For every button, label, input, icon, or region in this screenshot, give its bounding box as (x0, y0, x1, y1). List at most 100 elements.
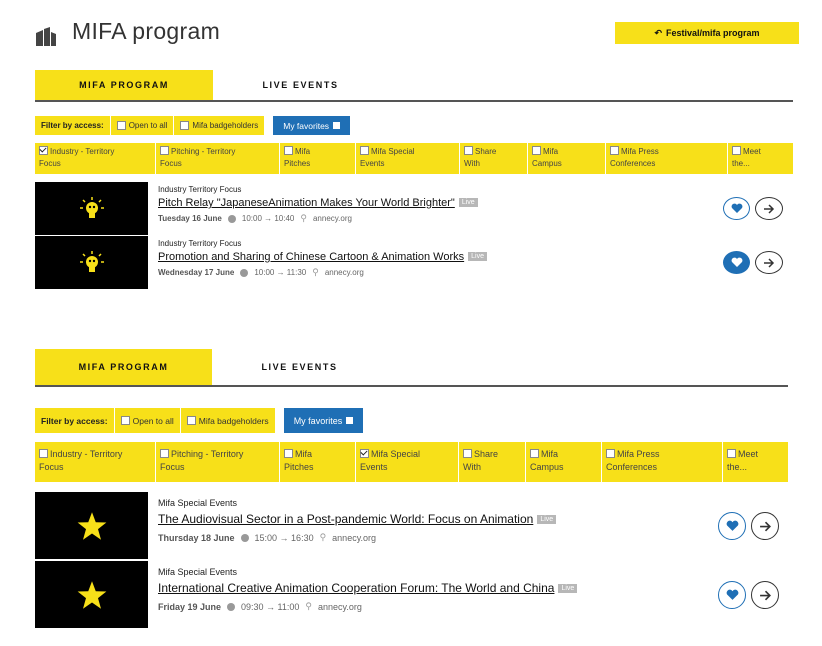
live-badge: Live (558, 584, 578, 593)
filter-open-to-all[interactable]: Open to all (110, 116, 175, 135)
event-time: 10:00 → 10:40 (241, 214, 295, 223)
event-meta: Thursday 18 June 15:00 → 16:30 ⚲ annecy.… (158, 532, 376, 543)
filter-label: Filter by access: (35, 408, 115, 433)
filter-badgeholders[interactable]: Mifa badgeholders (180, 408, 276, 433)
star-icon (77, 580, 106, 609)
access-filter: Filter by access: Open to all Mifa badge… (35, 408, 364, 433)
category-meet[interactable]: Meet the... (723, 442, 788, 482)
event-meta: Friday 19 June 09:30 → 11:00 ⚲ annecy.or… (158, 601, 362, 612)
live-badge: Live (458, 198, 478, 207)
checkbox-icon (463, 449, 472, 458)
category-industry[interactable]: Industry - Territory Focus (35, 442, 156, 482)
event-thumbnail[interactable] (35, 492, 148, 559)
favorite-button[interactable] (718, 581, 746, 609)
checkbox-icon (160, 146, 169, 155)
arrow-right-icon (764, 257, 775, 268)
favorites-icon (346, 417, 354, 424)
event-item: Mifa Special Events International Creati… (35, 561, 788, 628)
event-location: annecy.org (324, 268, 364, 277)
clock-icon (227, 214, 236, 223)
event-date: Tuesday 16 June (158, 214, 222, 223)
favorite-button[interactable] (723, 251, 750, 274)
event-title-link[interactable]: Pitch Relay "JapaneseAnimation Makes You… (158, 197, 478, 209)
checkbox-checked-icon (360, 449, 369, 458)
festival-program-button[interactable]: ↶ Festival/mifa program (615, 22, 799, 44)
heart-icon (726, 589, 738, 600)
category-mifa-pitches[interactable]: Mifa Pitches (280, 143, 356, 174)
my-favorites-button[interactable]: My favorites (283, 408, 364, 433)
checkbox-icon (732, 146, 741, 155)
heart-icon (731, 257, 742, 267)
back-arrow-icon: ↶ (654, 27, 662, 38)
tab-mifa-program[interactable]: MIFA PROGRAM (35, 349, 212, 385)
page-header: MIFA program ↶ Festival/mifa program (0, 0, 822, 60)
live-badge: Live (537, 515, 557, 524)
checkbox-icon (727, 449, 736, 458)
category-special-events[interactable]: Mifa Special Events (356, 143, 460, 174)
event-thumbnail[interactable] (35, 236, 148, 289)
building-icon (36, 27, 56, 46)
heart-icon (731, 203, 742, 213)
event-category: Mifa Special Events (158, 498, 238, 508)
tab-live-events[interactable]: LIVE EVENTS (212, 349, 387, 385)
tab-mifa-program[interactable]: MIFA PROGRAM (35, 70, 213, 100)
category-pitching[interactable]: Pitching - Territory Focus (156, 442, 280, 482)
event-title-link[interactable]: Promotion and Sharing of Chinese Cartoon… (158, 251, 487, 263)
event-title-link[interactable]: International Creative Animation Coopera… (158, 581, 578, 595)
arrow-right-icon (764, 203, 775, 214)
category-special-events[interactable]: Mifa Special Events (356, 442, 459, 482)
event-time: 15:00 → 16:30 (254, 532, 314, 543)
category-campus[interactable]: Mifa Campus (526, 442, 602, 482)
event-date: Wednesday 17 June (158, 268, 235, 277)
event-time: 09:30 → 11:00 (241, 601, 300, 612)
category-share-with[interactable]: Share With (459, 442, 526, 482)
category-share-with[interactable]: Share With (460, 143, 528, 174)
lightbulb-icon (79, 196, 104, 218)
checkbox-icon (284, 449, 293, 458)
event-title-link[interactable]: The Audiovisual Sector in a Post-pandemi… (158, 512, 557, 526)
checkbox-icon (464, 146, 473, 155)
filter-badgeholders[interactable]: Mifa badgeholders (174, 116, 266, 135)
category-campus[interactable]: Mifa Campus (528, 143, 606, 174)
checkbox-icon (39, 449, 48, 458)
clock-icon (227, 602, 236, 611)
category-mifa-pitches[interactable]: Mifa Pitches (280, 442, 356, 482)
tab-bar: MIFA PROGRAM LIVE EVENTS (35, 349, 788, 387)
open-event-button[interactable] (755, 251, 783, 274)
clock-icon (240, 268, 249, 277)
arrow-right-icon (759, 590, 771, 600)
category-press[interactable]: Mifa Press Conferences (606, 143, 728, 174)
event-meta: Tuesday 16 June 10:00 → 10:40 ⚲ annecy.o… (158, 213, 352, 224)
category-pitching[interactable]: Pitching - Territory Focus (156, 143, 280, 174)
filter-open-to-all[interactable]: Open to all (114, 408, 181, 433)
location-pin-icon: ⚲ (300, 213, 307, 223)
favorite-button[interactable] (718, 512, 746, 540)
open-event-button[interactable] (751, 581, 779, 609)
favorite-button[interactable] (723, 197, 750, 220)
location-pin-icon: ⚲ (312, 267, 319, 277)
event-location: annecy.org (332, 532, 377, 543)
checkbox-icon (186, 416, 196, 425)
event-category: Industry Territory Focus (158, 185, 242, 194)
open-event-button[interactable] (751, 512, 779, 540)
event-location: annecy.org (312, 214, 352, 223)
tab-live-events[interactable]: LIVE EVENTS (213, 70, 388, 100)
category-industry[interactable]: Industry - Territory Focus (35, 143, 156, 174)
checkbox-icon (284, 146, 293, 155)
arrow-right-icon (759, 521, 771, 531)
event-thumbnail[interactable] (35, 561, 148, 628)
page-title: MIFA program (72, 18, 221, 44)
checkbox-icon (120, 416, 130, 425)
category-press[interactable]: Mifa Press Conferences (602, 442, 723, 482)
event-item: Industry Territory Focus Promotion and S… (35, 236, 793, 289)
open-event-button[interactable] (755, 197, 783, 220)
checkbox-icon (116, 121, 126, 130)
access-filter: Filter by access: Open to all Mifa badge… (35, 116, 351, 135)
checkbox-icon (360, 146, 369, 155)
checkbox-icon (530, 449, 539, 458)
checkbox-icon (180, 121, 190, 130)
category-meet[interactable]: Meet the... (728, 143, 793, 174)
my-favorites-button[interactable]: My favorites (273, 116, 351, 135)
event-category: Mifa Special Events (158, 567, 238, 577)
event-thumbnail[interactable] (35, 182, 148, 235)
